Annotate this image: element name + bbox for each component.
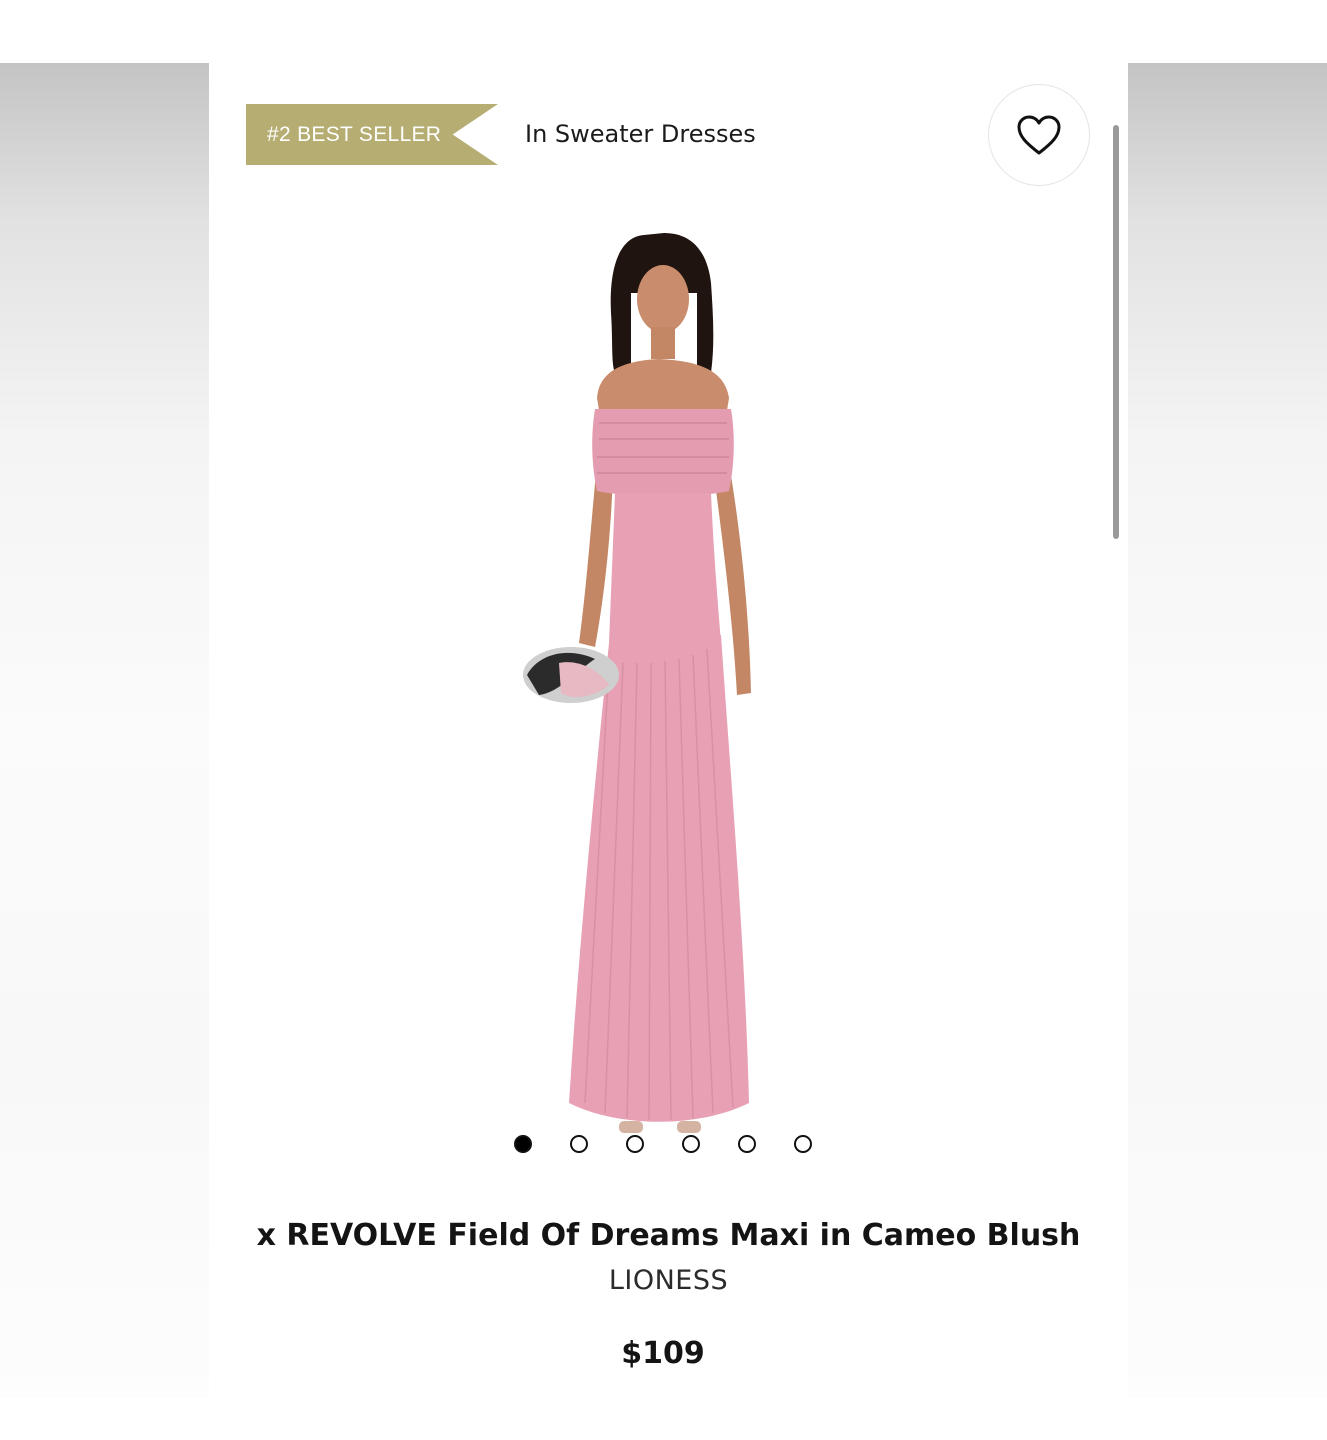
scrollbar[interactable] xyxy=(1113,125,1119,539)
product-price: $109 xyxy=(621,1336,705,1371)
background-right xyxy=(1128,63,1327,1398)
best-seller-category[interactable]: In Sweater Dresses xyxy=(525,118,756,150)
wishlist-button[interactable] xyxy=(988,84,1090,186)
carousel-dot[interactable] xyxy=(626,1135,644,1153)
carousel-dot[interactable] xyxy=(738,1135,756,1153)
best-seller-label: #2 BEST SELLER xyxy=(267,123,442,146)
product-brand[interactable]: LIONESS xyxy=(209,1265,1128,1296)
image-carousel-dots xyxy=(514,1132,812,1156)
best-seller-badge: #2 BEST SELLER xyxy=(246,104,498,165)
carousel-dot[interactable] xyxy=(794,1135,812,1153)
background-left xyxy=(0,63,209,1398)
heart-outline-icon xyxy=(1017,115,1061,155)
product-card: #2 BEST SELLER In Sweater Dresses x REVO… xyxy=(209,63,1128,1398)
carousel-dot[interactable] xyxy=(682,1135,700,1153)
carousel-dot[interactable] xyxy=(570,1135,588,1153)
product-title[interactable]: x REVOLVE Field Of Dreams Maxi in Cameo … xyxy=(209,1218,1128,1253)
product-image[interactable] xyxy=(499,223,829,1163)
carousel-dot[interactable] xyxy=(514,1135,532,1153)
